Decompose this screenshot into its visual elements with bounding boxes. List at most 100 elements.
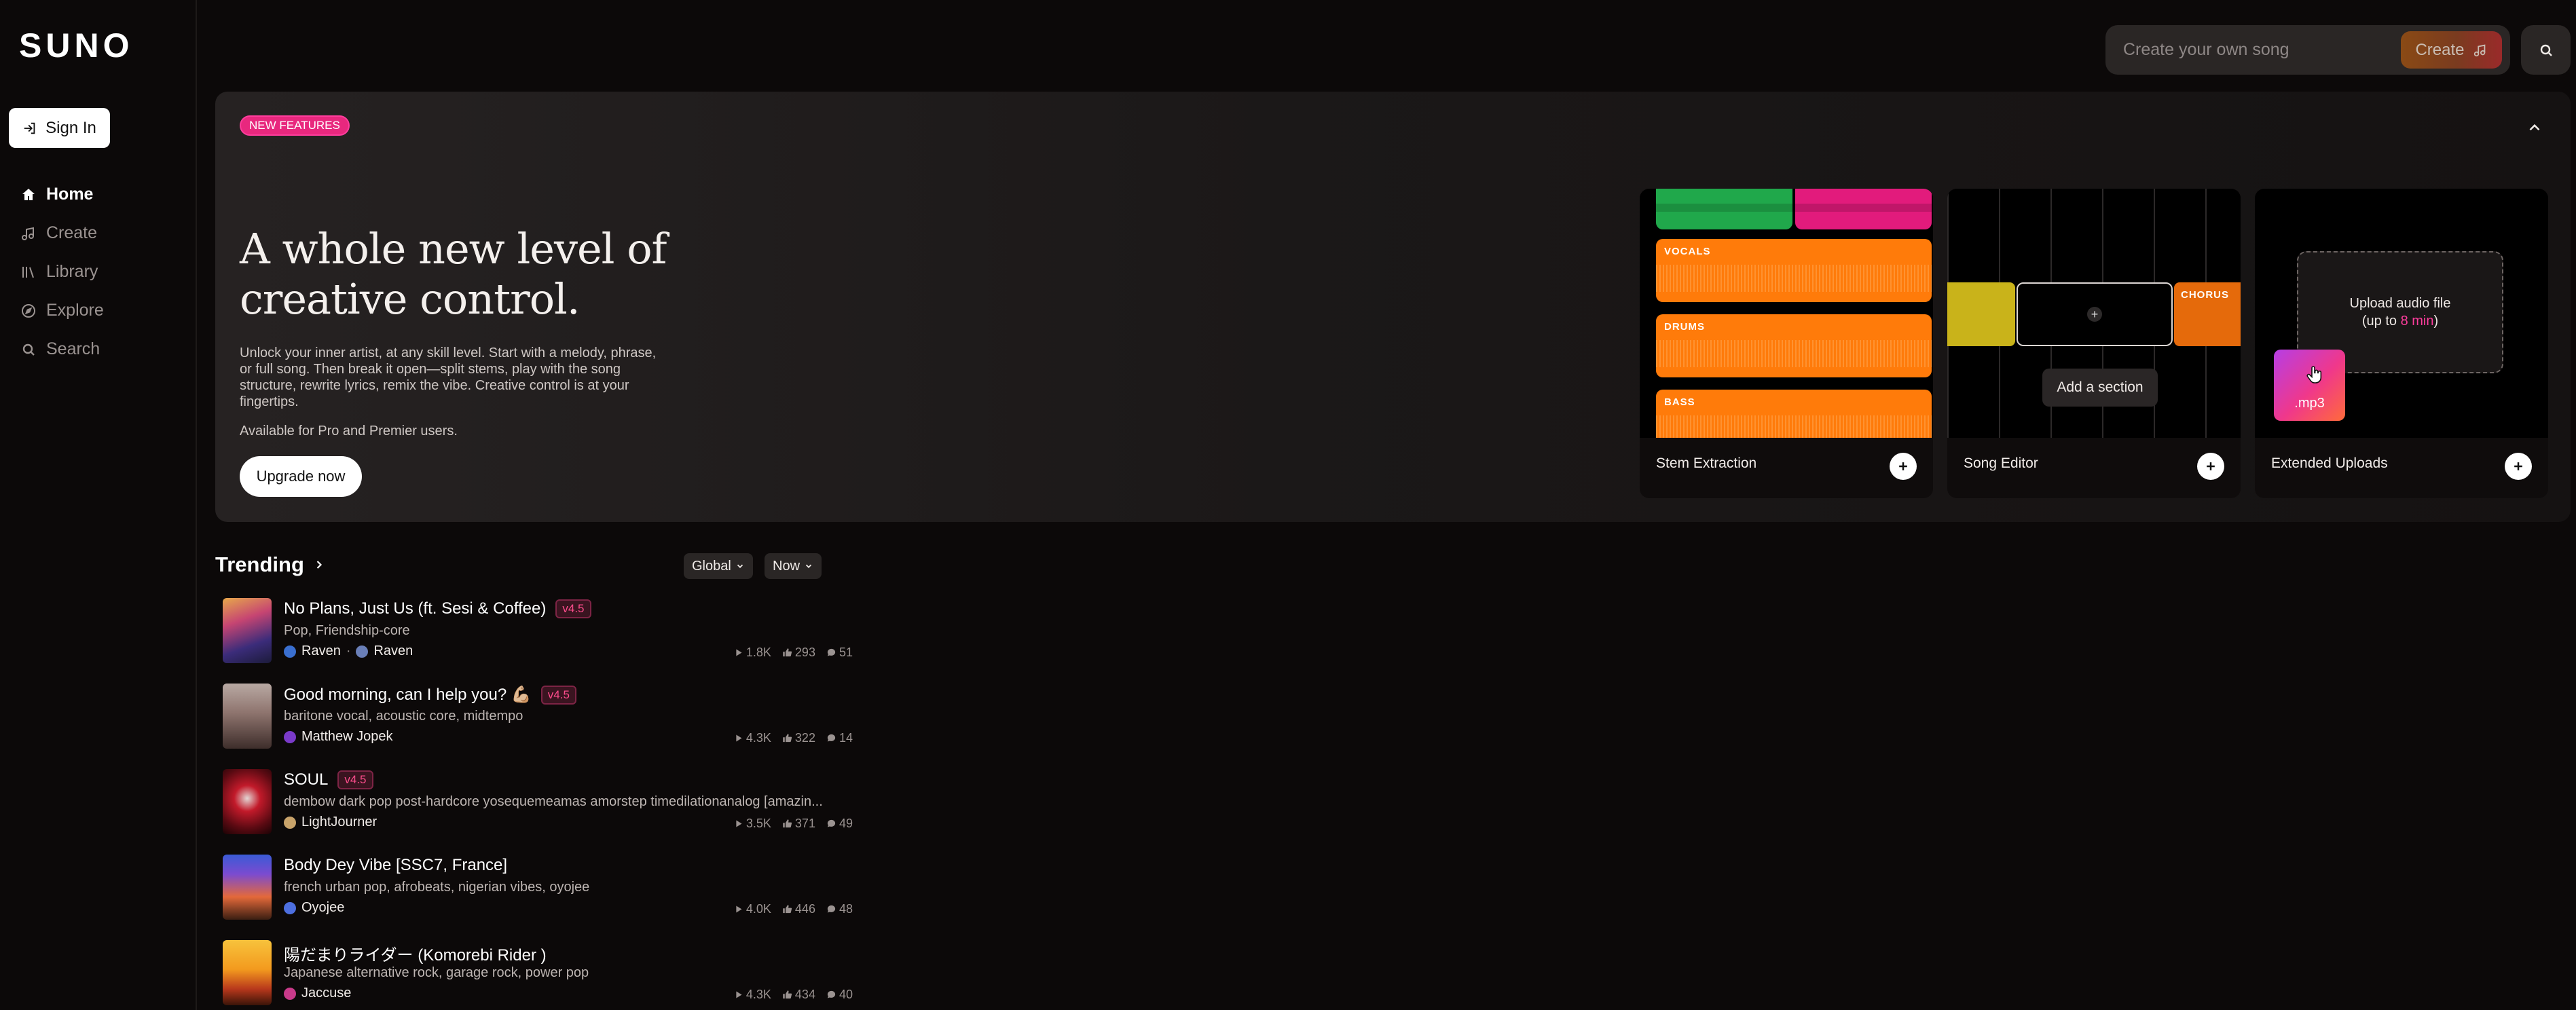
create-button[interactable]: Create bbox=[2401, 31, 2502, 69]
song-row[interactable]: 陽だまりライダー (Komorebi Rider ) Japanese alte… bbox=[223, 940, 853, 1008]
song-title[interactable]: 陽だまりライダー (Komorebi Rider ) bbox=[284, 941, 547, 965]
chevron-down-icon bbox=[805, 564, 812, 568]
thumbs-up-icon bbox=[783, 990, 792, 999]
song-editor-card[interactable]: + CHORUS Add a section Song Editor bbox=[1947, 189, 2241, 498]
play-count: 4.0K bbox=[733, 902, 771, 916]
song-row[interactable]: SOUL v4.5 dembow dark pop post-hardcore … bbox=[223, 769, 853, 837]
play-count: 3.5K bbox=[733, 817, 771, 831]
song-stats: 4.3K 322 14 bbox=[733, 731, 853, 745]
song-tags: baritone vocal, acoustic core, midtempo bbox=[284, 709, 523, 724]
song-title[interactable]: Good morning, can I help you? 💪🏼 v4.5 bbox=[284, 685, 576, 705]
waveform bbox=[1656, 340, 1932, 367]
avatar bbox=[284, 730, 296, 743]
stem-extraction-art: VOCALS DRUMS BASS bbox=[1640, 189, 1933, 438]
trending-title: Trending bbox=[215, 553, 304, 576]
extended-uploads-card[interactable]: Upload audio file (up to 8 min) .mp3 Ext… bbox=[2255, 189, 2548, 498]
add-stem-extraction-button[interactable] bbox=[1890, 453, 1917, 480]
filter-label: Global bbox=[692, 558, 731, 574]
comment-icon bbox=[827, 648, 836, 656]
song-cover[interactable] bbox=[223, 855, 272, 920]
play-count: 1.8K bbox=[733, 646, 771, 660]
comment-count[interactable]: 51 bbox=[826, 646, 853, 660]
song-artist[interactable]: LightJourner bbox=[284, 815, 377, 830]
thumbs-up-icon bbox=[783, 734, 792, 743]
comment-icon bbox=[827, 905, 836, 913]
song-cover[interactable] bbox=[223, 684, 272, 749]
suno-logo[interactable]: SUNO bbox=[19, 26, 133, 65]
song-cover[interactable] bbox=[223, 940, 272, 1005]
song-title[interactable]: Body Dey Vibe [SSC7, France] bbox=[284, 856, 507, 875]
create-song-input[interactable] bbox=[2122, 39, 2393, 60]
song-artist[interactable]: Raven · Raven bbox=[284, 643, 413, 659]
search-icon bbox=[2540, 44, 2552, 56]
sidebar-item-label: Home bbox=[46, 185, 94, 204]
song-artist[interactable]: Oyojee bbox=[284, 900, 344, 916]
comment-count[interactable]: 40 bbox=[826, 988, 853, 1002]
song-row[interactable]: Good morning, can I help you? 💪🏼 v4.5 ba… bbox=[223, 684, 853, 751]
song-editor-art: + CHORUS Add a section bbox=[1947, 189, 2241, 438]
thumbs-up-icon bbox=[783, 648, 792, 657]
like-count[interactable]: 434 bbox=[782, 988, 815, 1002]
stem-label: VOCALS bbox=[1664, 246, 1711, 257]
song-title[interactable]: No Plans, Just Us (ft. Sesi & Coffee) v4… bbox=[284, 599, 591, 618]
comment-count[interactable]: 49 bbox=[826, 817, 853, 831]
song-row[interactable]: No Plans, Just Us (ft. Sesi & Coffee) v4… bbox=[223, 598, 853, 666]
sidebar-item-label: Create bbox=[46, 223, 98, 242]
play-icon bbox=[736, 734, 742, 742]
create-song-bar: Create bbox=[2105, 25, 2510, 75]
comment-count[interactable]: 48 bbox=[826, 902, 853, 916]
sign-in-label: Sign In bbox=[45, 118, 96, 137]
sidebar-item-explore[interactable]: Explore bbox=[20, 291, 104, 330]
plus-icon bbox=[2514, 462, 2522, 470]
song-tags: dembow dark pop post-hardcore yosequemea… bbox=[284, 794, 823, 809]
sidebar-item-create[interactable]: Create bbox=[20, 214, 104, 252]
search-button[interactable] bbox=[2521, 25, 2571, 75]
region-filter[interactable]: Global bbox=[684, 553, 753, 579]
version-badge: v4.5 bbox=[540, 685, 576, 705]
song-row[interactable]: Body Dey Vibe [SSC7, France] french urba… bbox=[223, 855, 853, 922]
avatar bbox=[284, 987, 296, 1000]
like-count[interactable]: 322 bbox=[782, 731, 815, 745]
library-icon bbox=[22, 266, 34, 278]
sidebar: SUNO Sign In Home Create Library Explore… bbox=[0, 0, 197, 1010]
sidebar-item-library[interactable]: Library bbox=[20, 252, 104, 291]
like-count[interactable]: 293 bbox=[782, 646, 815, 660]
filter-label: Now bbox=[773, 558, 801, 574]
song-cover[interactable] bbox=[223, 769, 272, 834]
avatar bbox=[284, 645, 296, 658]
section-block bbox=[1947, 282, 2015, 346]
like-count[interactable]: 446 bbox=[782, 902, 815, 916]
time-filter[interactable]: Now bbox=[765, 553, 822, 579]
stem-extraction-card[interactable]: VOCALS DRUMS BASS Stem Extraction bbox=[1640, 189, 1933, 498]
chorus-block: CHORUS bbox=[2174, 282, 2241, 346]
song-tags: french urban pop, afrobeats, nigerian vi… bbox=[284, 880, 590, 895]
song-artist[interactable]: Jaccuse bbox=[284, 986, 351, 1001]
add-song-editor-button[interactable] bbox=[2197, 453, 2224, 480]
song-artist[interactable]: Matthew Jopek bbox=[284, 729, 393, 745]
song-cover[interactable] bbox=[223, 598, 272, 663]
version-badge: v4.5 bbox=[337, 770, 373, 789]
avatar bbox=[284, 816, 296, 829]
sidebar-item-search[interactable]: Search bbox=[20, 330, 104, 369]
sidebar-item-home[interactable]: Home bbox=[20, 175, 104, 214]
song-tags: Japanese alternative rock, garage rock, … bbox=[284, 965, 589, 980]
extended-uploads-art: Upload audio file (up to 8 min) .mp3 bbox=[2255, 189, 2548, 438]
comment-icon bbox=[827, 990, 836, 998]
create-button-label: Create bbox=[2415, 40, 2465, 59]
song-title[interactable]: SOUL v4.5 bbox=[284, 770, 373, 789]
new-features-badge: NEW FEATURES bbox=[240, 115, 350, 136]
like-count[interactable]: 371 bbox=[782, 817, 815, 831]
upgrade-button[interactable]: Upgrade now bbox=[240, 456, 362, 497]
hand-cursor-icon bbox=[2306, 366, 2322, 384]
stem-track-drums: DRUMS bbox=[1656, 314, 1932, 377]
version-badge: v4.5 bbox=[555, 599, 591, 618]
chevron-up-icon[interactable] bbox=[2526, 119, 2543, 136]
play-icon bbox=[736, 905, 742, 913]
trending-header[interactable]: Trending bbox=[215, 553, 326, 577]
sign-in-button[interactable]: Sign In bbox=[9, 108, 110, 148]
add-extended-uploads-button[interactable] bbox=[2505, 453, 2532, 480]
headline-line-1: A whole new level of bbox=[240, 224, 667, 274]
comment-count[interactable]: 14 bbox=[826, 731, 853, 745]
chevron-right-icon bbox=[316, 561, 322, 569]
thumbs-up-icon bbox=[783, 905, 792, 914]
